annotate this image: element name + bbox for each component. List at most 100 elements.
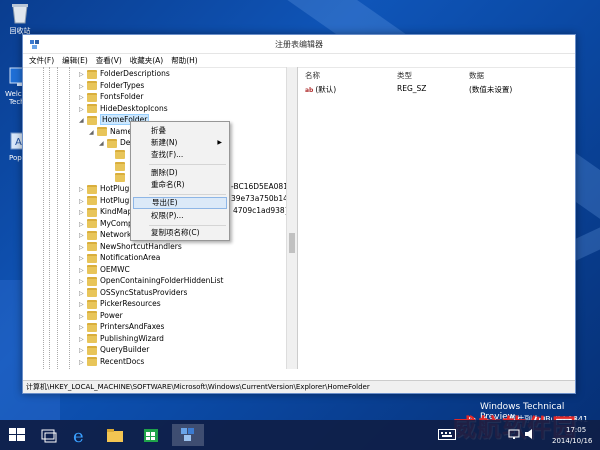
file-explorer-button[interactable] bbox=[104, 424, 126, 446]
menu-item-new[interactable]: 新建(N) ▶ bbox=[133, 137, 227, 149]
internet-explorer-button[interactable]: e bbox=[70, 424, 92, 447]
expand-arrow-icon[interactable]: ▷ bbox=[79, 184, 87, 195]
tree-node[interactable]: ▷ QueryBuilder bbox=[79, 344, 149, 355]
registry-editor-window[interactable]: 注册表编辑器 文件(F) 编辑(E) 查看(V) 收藏夹(A) 帮助(H) ▷ F… bbox=[22, 34, 576, 394]
tree-node[interactable]: ▷ Network bbox=[79, 229, 131, 240]
tree-node[interactable]: ▷ NewShortcutHandlers bbox=[79, 241, 182, 252]
expand-arrow-icon[interactable]: ▷ bbox=[79, 104, 87, 115]
clock-time[interactable]: 17:05 bbox=[566, 426, 586, 434]
task-view-button[interactable] bbox=[38, 424, 60, 446]
tree-node[interactable]: ▷ HideDesktopIcons bbox=[79, 103, 168, 114]
expand-arrow-icon[interactable]: ▷ bbox=[79, 311, 87, 322]
registry-editor-taskbar-button[interactable] bbox=[172, 424, 204, 446]
expand-arrow-icon[interactable]: ▷ bbox=[79, 357, 87, 368]
tree-node[interactable]: ▷ FolderDescriptions bbox=[79, 68, 170, 79]
keyboard-icon[interactable] bbox=[438, 429, 456, 442]
value-type: REG_SZ bbox=[397, 84, 427, 93]
expand-arrow-icon[interactable]: ▷ bbox=[79, 207, 87, 218]
volume-icon[interactable] bbox=[524, 428, 536, 442]
expand-arrow-icon[interactable]: ▷ bbox=[79, 219, 87, 230]
tree-node[interactable]: ▷ FontsFolder bbox=[79, 91, 143, 102]
tree-node[interactable]: ◢ Name bbox=[89, 126, 132, 137]
expand-arrow-icon[interactable]: ▷ bbox=[79, 265, 87, 276]
menu-item-permissions[interactable]: 权限(P)... bbox=[133, 210, 227, 222]
folder-icon bbox=[87, 288, 97, 297]
menu-edit[interactable]: 编辑(E) bbox=[62, 55, 88, 66]
string-value-icon: ab bbox=[305, 87, 314, 94]
windows-logo-icon bbox=[9, 428, 25, 441]
collapse-arrow-icon[interactable]: ◢ bbox=[79, 115, 87, 126]
expand-arrow-icon[interactable]: ▷ bbox=[79, 288, 87, 299]
tree-node[interactable]: ▷ PublishingWizard bbox=[79, 333, 164, 344]
expand-arrow-icon[interactable]: ▷ bbox=[79, 299, 87, 310]
value-name: (默认) bbox=[315, 85, 337, 94]
tree-node[interactable]: ▷ HotPlugN bbox=[79, 183, 135, 194]
tree-node[interactable]: ▷ OSSyncStatusProviders bbox=[79, 287, 187, 298]
menu-file[interactable]: 文件(F) bbox=[29, 55, 54, 66]
expand-arrow-icon[interactable]: ▷ bbox=[79, 322, 87, 333]
column-header-type[interactable]: 类型 bbox=[397, 70, 412, 81]
expand-arrow-icon[interactable]: ▷ bbox=[79, 69, 87, 80]
tree-node[interactable]: ◢ De bbox=[99, 137, 130, 148]
tree-node[interactable]: ▷ PrintersAndFaxes bbox=[79, 321, 164, 332]
menu-favorites[interactable]: 收藏夹(A) bbox=[130, 55, 163, 66]
expand-arrow-icon[interactable]: ▷ bbox=[79, 92, 87, 103]
menu-view[interactable]: 查看(V) bbox=[96, 55, 122, 66]
scrollbar-thumb[interactable] bbox=[289, 233, 295, 253]
collapse-arrow-icon[interactable]: ◢ bbox=[99, 138, 107, 149]
tree-node[interactable]: ▷ KindMap bbox=[79, 206, 132, 217]
values-pane[interactable]: 名称 类型 数据 ab (默认) REG_SZ (数值未设置) bbox=[299, 67, 573, 369]
expand-arrow-icon[interactable]: ▷ bbox=[79, 253, 87, 264]
tree-node[interactable]: ▷ NotificationArea bbox=[79, 252, 160, 263]
tree-node[interactable]: ▷ FolderTypes bbox=[79, 80, 144, 91]
desktop-icon-recycle-bin[interactable]: 回收站 bbox=[0, 2, 40, 36]
tree-node[interactable]: ▷ Power bbox=[79, 310, 123, 321]
expand-arrow-icon[interactable]: ▷ bbox=[79, 230, 87, 241]
tree-node[interactable] bbox=[115, 149, 128, 160]
folder-icon bbox=[87, 81, 97, 90]
folder-icon bbox=[97, 127, 107, 136]
store-button[interactable] bbox=[140, 424, 162, 446]
tree-scrollbar[interactable] bbox=[286, 67, 297, 369]
menu-separator bbox=[149, 225, 226, 226]
context-menu[interactable]: 折叠 新建(N) ▶ 查找(F)... 删除(D) 重命名(R) 导出(E) 权限… bbox=[130, 121, 230, 241]
column-header-name[interactable]: 名称 bbox=[305, 70, 320, 81]
tree-node[interactable]: ▷ OEMWC bbox=[79, 264, 130, 275]
menu-item-collapse[interactable]: 折叠 bbox=[133, 125, 227, 137]
menu-item-find[interactable]: 查找(F)... bbox=[133, 149, 227, 161]
tree-node[interactable]: ▷ MyComp bbox=[79, 218, 133, 229]
expand-arrow-icon[interactable]: ▷ bbox=[79, 276, 87, 287]
tree-node[interactable]: ▷ PickerResources bbox=[79, 298, 161, 309]
value-row[interactable]: ab (默认) bbox=[305, 84, 336, 95]
folder-icon bbox=[87, 242, 97, 251]
expand-arrow-icon[interactable]: ▷ bbox=[79, 345, 87, 356]
collapse-arrow-icon[interactable]: ◢ bbox=[89, 127, 97, 138]
clock-date[interactable]: 2014/10/16 bbox=[552, 437, 592, 445]
expand-arrow-icon[interactable]: ▷ bbox=[79, 242, 87, 253]
expand-arrow-icon[interactable]: ▷ bbox=[79, 196, 87, 207]
start-button[interactable] bbox=[6, 424, 28, 446]
title-bar[interactable]: 注册表编辑器 bbox=[23, 35, 575, 54]
expand-arrow-icon[interactable]: ▷ bbox=[79, 334, 87, 345]
menu-item-delete[interactable]: 删除(D) bbox=[133, 167, 227, 179]
tree-node[interactable] bbox=[115, 172, 128, 183]
folder-icon bbox=[87, 311, 97, 320]
recycle-bin-icon bbox=[8, 2, 32, 24]
svg-text:e: e bbox=[73, 426, 84, 446]
folder-icon bbox=[87, 92, 97, 102]
network-icon[interactable] bbox=[508, 428, 520, 442]
tree-node[interactable]: ▷ RecentDocs bbox=[79, 356, 144, 367]
menu-help[interactable]: 帮助(H) bbox=[171, 55, 198, 66]
tree-node[interactable]: ▷ OpenContainingFolderHiddenList bbox=[79, 275, 223, 286]
tree-node[interactable] bbox=[115, 160, 128, 171]
column-header-data[interactable]: 数据 bbox=[469, 70, 484, 81]
store-icon bbox=[144, 429, 158, 442]
expand-arrow-icon[interactable]: ▷ bbox=[79, 81, 87, 92]
window-title: 注册表编辑器 bbox=[275, 40, 323, 49]
tree-node[interactable]: ▷ HotPlugP bbox=[79, 195, 134, 206]
folder-icon bbox=[87, 184, 97, 194]
menu-item-copy-key-name[interactable]: 复制项名称(C) bbox=[133, 227, 227, 239]
menu-item-export[interactable]: 导出(E) bbox=[133, 197, 227, 209]
menu-item-rename[interactable]: 重命名(R) bbox=[133, 179, 227, 191]
menu-bar: 文件(F) 编辑(E) 查看(V) 收藏夹(A) 帮助(H) bbox=[23, 54, 575, 68]
